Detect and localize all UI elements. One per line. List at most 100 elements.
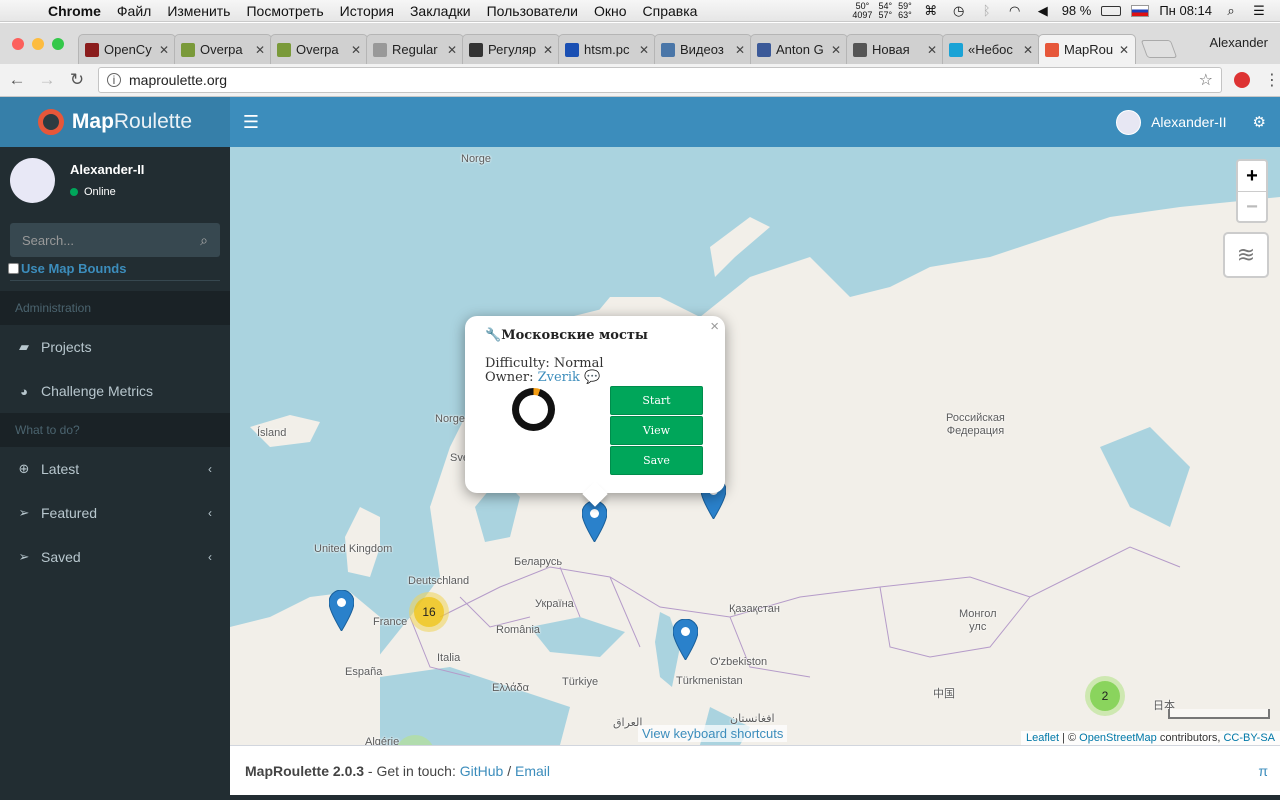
browser-tab[interactable]: Видеоз ✕ (654, 34, 752, 64)
save-button[interactable]: Save (610, 446, 703, 475)
pi-link[interactable]: π (1258, 763, 1268, 779)
spotlight-search-icon[interactable]: ⌕ (1222, 3, 1240, 18)
chevron-left-icon: ‹ (208, 462, 212, 476)
task-marker[interactable] (329, 590, 354, 631)
sidebar-item-saved[interactable]: ➢ Saved ‹ (0, 535, 230, 579)
menu-view[interactable]: Посмотреть (238, 3, 331, 19)
close-icon[interactable]: × (710, 318, 719, 335)
license-link[interactable]: CC-BY-SA (1223, 732, 1275, 744)
menu-window[interactable]: Окно (586, 3, 635, 19)
tab-favicon-icon (853, 42, 867, 57)
clock[interactable]: Пн 08:14 (1159, 3, 1212, 18)
close-window-button[interactable] (12, 38, 24, 50)
browser-tab[interactable]: «Небос ✕ (942, 34, 1040, 64)
notification-center-icon[interactable]: ☰ (1250, 3, 1268, 18)
avatar (1116, 109, 1142, 135)
forward-arrow-icon[interactable]: → (34, 70, 60, 90)
bluetooth-icon[interactable]: ᛒ (978, 3, 996, 18)
marker-cluster[interactable]: 2 (1085, 676, 1125, 716)
page-footer: MapRoulette 2.0.3 - Get in touch: GitHub… (230, 745, 1280, 795)
menu-file[interactable]: Файл (109, 3, 159, 19)
email-link[interactable]: Email (515, 763, 550, 779)
popup-details: Difficulty: Normal Owner: Zverik 💬 (485, 357, 604, 385)
osm-link[interactable]: OpenStreetMap (1079, 732, 1157, 744)
start-button[interactable]: Start (610, 386, 703, 415)
temperature-readout[interactable]: 50° 4097 54° 57° 59° 63° (852, 1, 911, 20)
map-bounds-checkbox[interactable] (8, 263, 19, 274)
browser-tab[interactable]: Регуляр ✕ (462, 34, 560, 64)
zoom-in-button[interactable]: + (1238, 161, 1266, 191)
battery-percent[interactable]: 98 % (1062, 3, 1092, 18)
search-input[interactable]: Search... ⌕ (10, 223, 220, 257)
leaflet-link[interactable]: Leaflet (1026, 732, 1059, 744)
bookmark-star-icon[interactable]: ☆ (1199, 70, 1213, 90)
zoom-out-button[interactable]: − (1238, 191, 1266, 221)
extension-icon[interactable] (1234, 72, 1250, 88)
task-marker[interactable] (673, 619, 698, 660)
time-machine-icon[interactable]: ◷ (950, 3, 968, 18)
use-map-bounds-toggle[interactable]: Use Map Bounds (8, 257, 220, 281)
menu-help[interactable]: Справка (635, 3, 706, 19)
browser-tab[interactable]: MapRou ✕ (1038, 34, 1136, 64)
tab-close-icon[interactable]: ✕ (1023, 43, 1033, 57)
fullscreen-window-button[interactable] (52, 38, 64, 50)
back-arrow-icon[interactable]: ← (4, 70, 30, 90)
browser-tab[interactable]: Regular ✕ (366, 34, 464, 64)
user-menu[interactable]: Alexander-II (1116, 109, 1227, 135)
view-button[interactable]: View (610, 416, 703, 445)
search-icon[interactable]: ⌕ (200, 232, 208, 249)
tab-close-icon[interactable]: ✕ (255, 43, 265, 57)
browser-tab[interactable]: Anton G ✕ (750, 34, 848, 64)
tab-close-icon[interactable]: ✕ (351, 43, 361, 57)
browser-tab[interactable]: htsm.pc ✕ (558, 34, 656, 64)
sidebar-item-challenge-metrics[interactable]: ◕ Challenge Metrics (0, 369, 230, 413)
map-label: Монгол улс (959, 608, 997, 633)
sidebar-item-featured[interactable]: ➢ Featured ‹ (0, 491, 230, 535)
github-link[interactable]: GitHub (460, 763, 504, 779)
tab-close-icon[interactable]: ✕ (831, 43, 841, 57)
menu-history[interactable]: История (332, 3, 402, 19)
tab-close-icon[interactable]: ✕ (447, 43, 457, 57)
volume-icon[interactable]: ◀ (1034, 3, 1052, 18)
tab-close-icon[interactable]: ✕ (1119, 43, 1129, 57)
layers-icon[interactable]: ≋ (1223, 232, 1269, 278)
browser-tab[interactable]: Новая ✕ (846, 34, 944, 64)
menu-people[interactable]: Пользователи (479, 3, 586, 19)
menu-app[interactable]: Chrome (40, 3, 109, 19)
tab-favicon-icon (661, 42, 675, 57)
browser-tab[interactable]: OpenCy ✕ (78, 34, 176, 64)
owner-link[interactable]: Zverik (538, 370, 580, 385)
sidebar-item-latest[interactable]: ⊕ Latest ‹ (0, 447, 230, 491)
sidebar-toggle-icon[interactable]: ☰ (230, 112, 272, 133)
wifi-icon[interactable]: ◠ (1006, 3, 1024, 18)
marker-cluster[interactable]: 16 (409, 592, 449, 632)
map-canvas[interactable]: Norge Norge Sve Ísland United Kingdom De… (230, 147, 1280, 745)
terminal-icon[interactable]: ⌘ (922, 3, 940, 18)
address-bar[interactable]: i maproulette.org ☆ (98, 67, 1222, 93)
map-bounds-label[interactable]: Use Map Bounds (21, 261, 126, 276)
settings-gears-icon[interactable]: ⚙ (1253, 113, 1266, 131)
tab-close-icon[interactable]: ✕ (543, 43, 553, 57)
new-tab-button[interactable] (1140, 40, 1178, 58)
battery-icon[interactable] (1101, 5, 1122, 16)
map-label: United Kingdom (314, 543, 393, 555)
reload-icon[interactable]: ↻ (64, 70, 90, 90)
input-language-flag-icon[interactable] (1131, 4, 1150, 17)
menu-edit[interactable]: Изменить (159, 3, 238, 19)
tab-close-icon[interactable]: ✕ (735, 43, 745, 57)
minimize-window-button[interactable] (32, 38, 44, 50)
tab-close-icon[interactable]: ✕ (159, 43, 169, 57)
info-icon[interactable]: i (107, 73, 121, 87)
browser-tab[interactable]: Overpa ✕ (270, 34, 368, 64)
comment-icon[interactable]: 💬 (584, 370, 600, 385)
sidebar-item-projects[interactable]: ▰ Projects (0, 325, 230, 369)
tab-close-icon[interactable]: ✕ (639, 43, 649, 57)
menu-bookmarks[interactable]: Закладки (402, 3, 479, 19)
app-logo[interactable]: MapRoulette (0, 97, 230, 147)
browser-tab[interactable]: Overpa ✕ (174, 34, 272, 64)
browser-profile-name[interactable]: Alexander (1209, 35, 1280, 64)
chrome-menu-icon[interactable]: ⋮ (1264, 70, 1280, 90)
url-text[interactable]: maproulette.org (129, 72, 227, 88)
keyboard-shortcuts-link[interactable]: View keyboard shortcuts (638, 725, 788, 742)
tab-close-icon[interactable]: ✕ (927, 43, 937, 57)
